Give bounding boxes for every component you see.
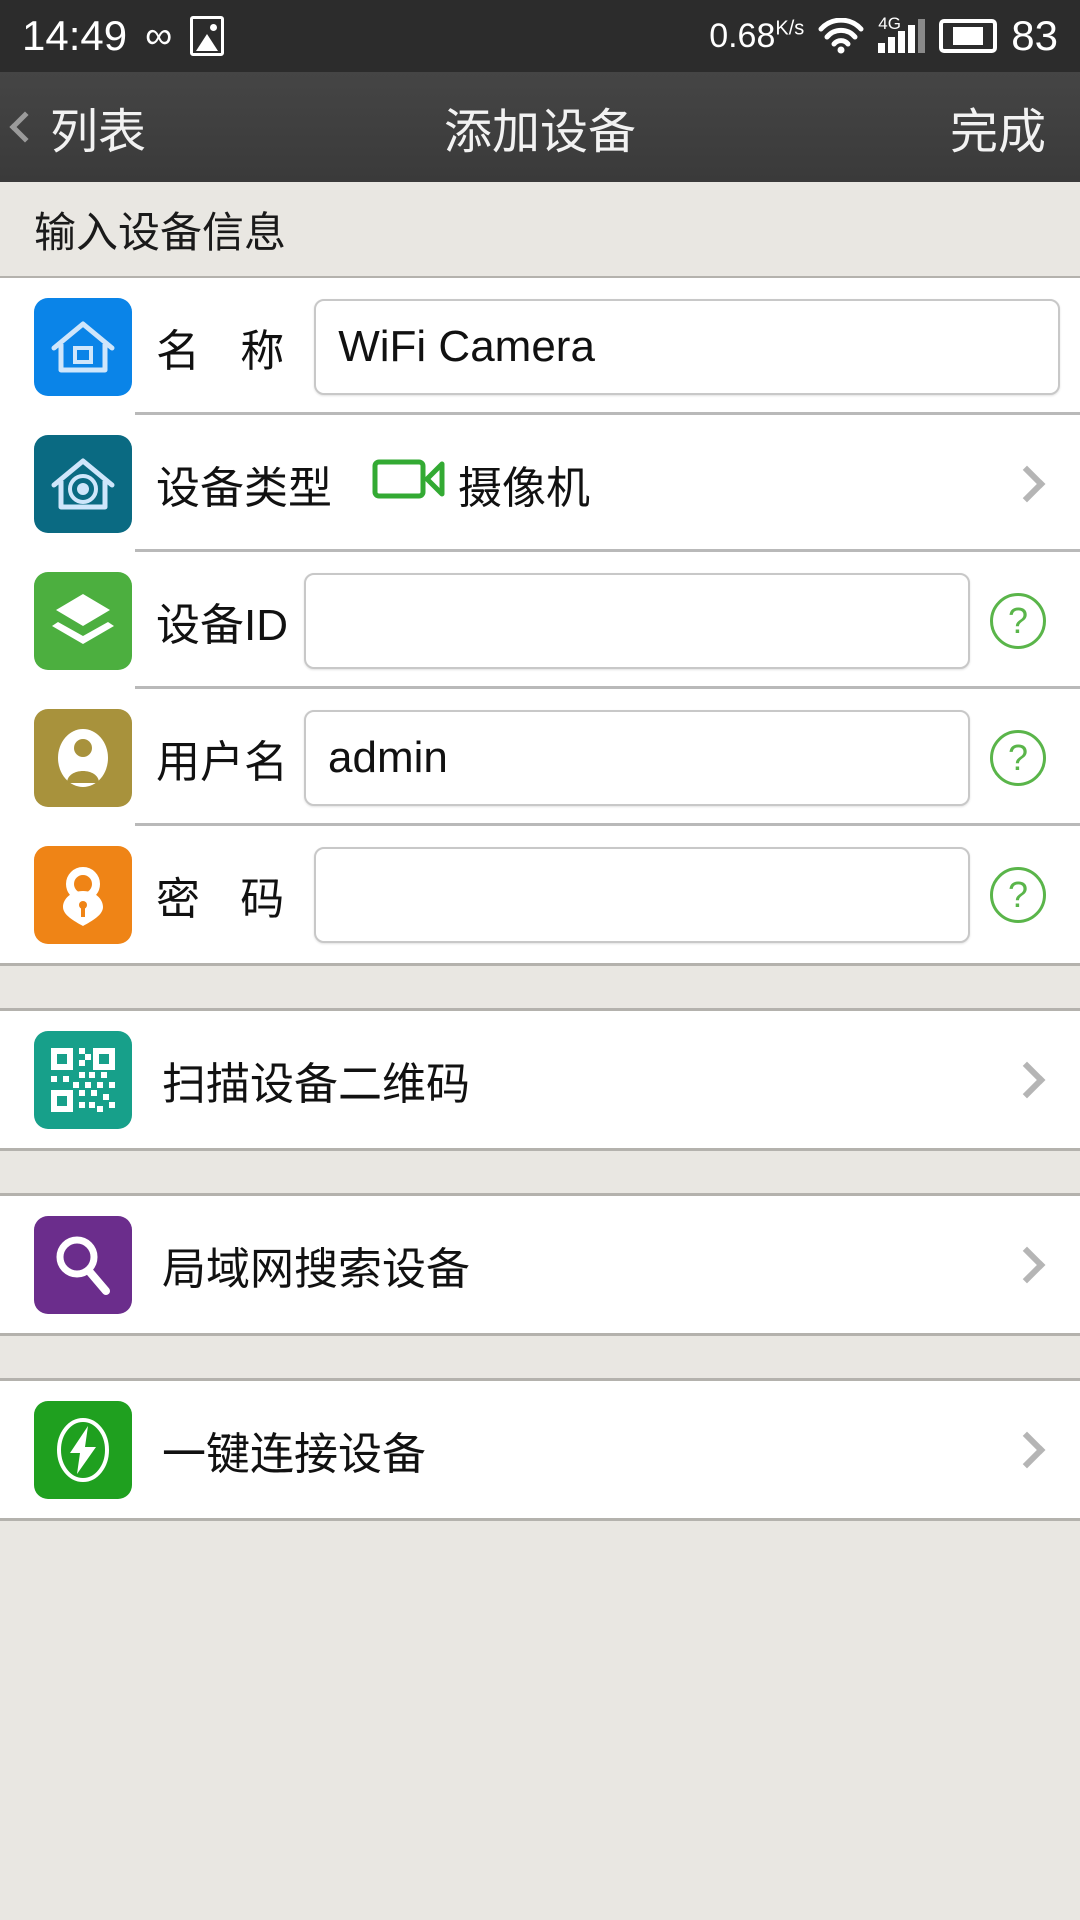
- battery-icon: [939, 19, 998, 53]
- form-row-device-id[interactable]: 设备ID ?: [0, 552, 1080, 689]
- form-row-username[interactable]: 用户名 admin ?: [0, 689, 1080, 826]
- chevron-right-icon[interactable]: [1008, 1431, 1046, 1468]
- scan-qr-group: 扫描设备二维码: [0, 1011, 1080, 1148]
- action-label-lan-search: 局域网搜索设备: [162, 1244, 470, 1294]
- chevron-right-icon[interactable]: [1008, 1246, 1046, 1283]
- group-divider: [0, 1148, 1080, 1196]
- page-bottom-filler: [0, 1518, 1080, 1920]
- username-help-icon[interactable]: ?: [990, 729, 1046, 786]
- battery-level: 83: [1011, 12, 1058, 59]
- one-key-connect-group: 一键连接设备: [0, 1381, 1080, 1518]
- page-title: 添加设备: [443, 106, 636, 159]
- camcorder-icon: [372, 454, 448, 513]
- device-id-input[interactable]: [304, 572, 970, 669]
- back-button[interactable]: 列表: [0, 92, 146, 162]
- form-row-name[interactable]: 名 称 WiFi Camera: [0, 278, 1080, 415]
- chevron-right-icon[interactable]: [1008, 1061, 1046, 1098]
- action-row-lan-search[interactable]: 局域网搜索设备: [0, 1196, 1080, 1333]
- lightning-icon: [34, 1400, 132, 1499]
- password-help-icon[interactable]: ?: [990, 866, 1046, 923]
- device-type-value: 摄像机: [372, 452, 590, 516]
- nav-bar: 列表 添加设备 完成: [0, 72, 1080, 182]
- name-input[interactable]: WiFi Camera: [314, 298, 1060, 395]
- form-label-device-type: 设备类型: [156, 463, 332, 513]
- chevron-left-icon: [9, 111, 41, 143]
- status-bar-left: 14:49 ∞: [22, 12, 225, 60]
- device-type-text: 摄像机: [458, 463, 590, 513]
- device-info-form: 名 称 WiFi Camera 设备类型 摄像机 设备ID ? 用户名 admi…: [0, 278, 1080, 963]
- magnifier-icon: [34, 1215, 132, 1314]
- qrcode-icon: [34, 1030, 132, 1129]
- form-row-device-type[interactable]: 设备类型 摄像机: [0, 415, 1080, 552]
- action-row-scan-qr[interactable]: 扫描设备二维码: [0, 1011, 1080, 1148]
- signal-bars-icon: 4G: [878, 15, 926, 53]
- app-screen: 14:49 ∞ 0.68K/s 4G 83 列表 添加设备 完成 输入设备信息 …: [0, 0, 1080, 1920]
- action-row-one-key-connect[interactable]: 一键连接设备: [0, 1381, 1080, 1518]
- user-icon: [34, 708, 132, 807]
- form-label-username: 用户名: [156, 737, 288, 787]
- home-icon: [34, 297, 132, 396]
- group-divider: [0, 1333, 1080, 1381]
- network-type-label: 4G: [878, 14, 901, 33]
- action-label-one-key-connect: 一键连接设备: [162, 1429, 426, 1479]
- image-icon: [190, 16, 225, 56]
- home-lens-icon: [34, 434, 132, 533]
- lan-search-group: 局域网搜索设备: [0, 1196, 1080, 1333]
- password-input[interactable]: [314, 846, 970, 943]
- network-speed: 0.68K/s: [709, 16, 805, 55]
- status-bar-right: 0.68K/s 4G 83: [709, 12, 1058, 60]
- status-time: 14:49: [22, 12, 128, 59]
- done-button[interactable]: 完成: [950, 92, 1080, 162]
- group-divider: [0, 963, 1080, 1011]
- form-label-name: 名 称: [156, 326, 299, 376]
- lock-icon: [34, 845, 132, 944]
- action-label-scan-qr: 扫描设备二维码: [162, 1059, 470, 1109]
- back-button-label: 列表: [50, 106, 147, 159]
- layers-icon: [34, 571, 132, 670]
- device-id-help-icon[interactable]: ?: [990, 592, 1046, 649]
- chevron-right-icon[interactable]: [1008, 465, 1046, 502]
- username-input[interactable]: admin: [304, 709, 970, 806]
- status-bar: 14:49 ∞ 0.68K/s 4G 83: [0, 0, 1080, 72]
- form-label-device-id: 设备ID: [156, 600, 288, 650]
- section-header: 输入设备信息: [0, 182, 1080, 278]
- network-speed-unit: K/s: [775, 17, 805, 40]
- form-row-password[interactable]: 密 码 ?: [0, 826, 1080, 963]
- infinity-icon: ∞: [145, 15, 173, 57]
- wifi-icon: [818, 17, 864, 54]
- form-label-password: 密 码: [156, 874, 299, 924]
